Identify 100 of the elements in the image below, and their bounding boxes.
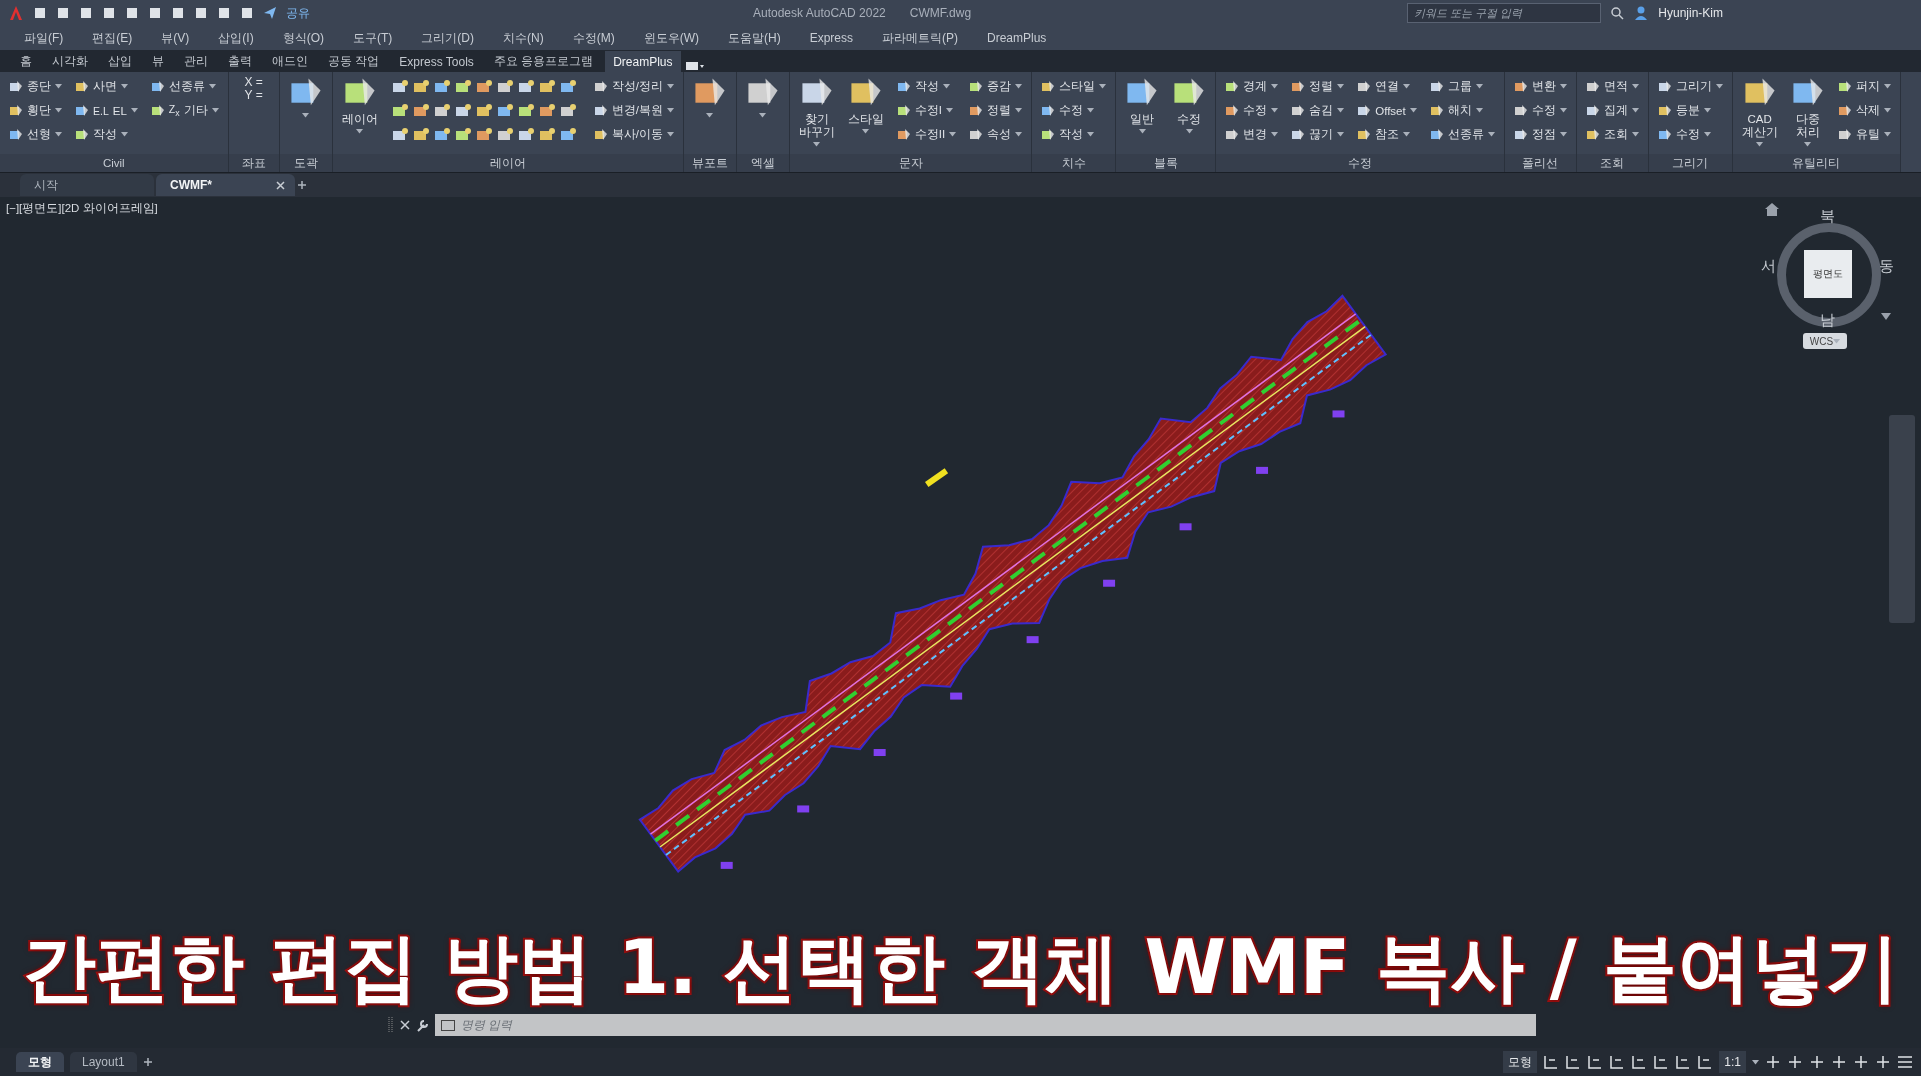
caret-icon[interactable] bbox=[1559, 84, 1567, 89]
ribbon-tool[interactable]: 경계 bbox=[1225, 76, 1279, 97]
caret-icon[interactable] bbox=[356, 129, 364, 134]
status-toggle-icon[interactable] bbox=[1787, 1054, 1803, 1070]
caret-icon[interactable] bbox=[942, 84, 950, 89]
caret-icon[interactable] bbox=[1631, 108, 1639, 113]
ribbon-tool[interactable]: 변환 bbox=[1513, 76, 1567, 97]
caret-icon[interactable] bbox=[1559, 132, 1567, 137]
ribbon-large-tool[interactable]: 찾기 바꾸기 bbox=[798, 76, 835, 154]
ribbon-large-tool[interactable]: 일반 bbox=[1125, 76, 1160, 154]
ribbon-tool[interactable]: 사면 bbox=[75, 76, 138, 97]
caret-icon[interactable] bbox=[121, 132, 128, 137]
caret-icon[interactable] bbox=[813, 142, 821, 147]
ribbon-tab[interactable]: 시각화 bbox=[44, 51, 96, 72]
ribbon-tool[interactable]: 해치 bbox=[1429, 100, 1495, 121]
user-icon[interactable] bbox=[1634, 6, 1649, 20]
caret-icon[interactable] bbox=[1703, 132, 1711, 137]
caret-icon[interactable] bbox=[1631, 132, 1639, 137]
caret-icon[interactable] bbox=[1559, 108, 1567, 113]
viewport-label[interactable]: [−][평면도][2D 와이어프레임] bbox=[6, 201, 158, 216]
ribbon-tool[interactable]: 변경/복원 bbox=[593, 100, 674, 121]
ribbon-tool[interactable]: 작성 bbox=[896, 76, 957, 97]
ribbon-tab[interactable]: Express Tools bbox=[391, 51, 482, 72]
caret-icon[interactable] bbox=[1631, 84, 1639, 89]
ribbon-tab[interactable]: DreamPlus bbox=[605, 51, 681, 72]
caret-icon[interactable] bbox=[1756, 142, 1764, 147]
menu-item[interactable]: 형식(O) bbox=[282, 29, 324, 47]
caret-icon[interactable] bbox=[121, 84, 128, 89]
caret-icon[interactable] bbox=[1087, 108, 1095, 113]
ribbon-tool[interactable]: 선종류 bbox=[150, 76, 219, 97]
ribbon-tool[interactable]: 삭제 bbox=[1837, 100, 1891, 121]
ribbon-tool[interactable]: 작성 bbox=[1041, 124, 1107, 145]
caret-icon[interactable] bbox=[1703, 108, 1711, 113]
caret-icon[interactable] bbox=[1015, 84, 1023, 89]
compass-label[interactable]: 서 bbox=[1761, 257, 1776, 276]
ribbon-tool[interactable]: 등분 bbox=[1657, 100, 1723, 121]
status-toggle-icon[interactable] bbox=[1565, 1054, 1582, 1070]
ribbon-tool[interactable]: 숨김 bbox=[1291, 100, 1345, 121]
menu-item[interactable]: 삽입(I) bbox=[218, 29, 254, 47]
status-toggle-icon[interactable] bbox=[1653, 1054, 1670, 1070]
model-space-button[interactable]: 모형 bbox=[1503, 1051, 1538, 1073]
toolbar-icon[interactable] bbox=[79, 6, 93, 20]
ribbon-large-tool[interactable]: CAD 계산기 bbox=[1741, 76, 1778, 154]
status-toggle-icon[interactable] bbox=[1765, 1054, 1781, 1070]
ribbon-tool[interactable]: 그룹 bbox=[1429, 76, 1495, 97]
layout-tab[interactable]: 모형 bbox=[16, 1052, 64, 1072]
add-tab-icon[interactable] bbox=[297, 180, 307, 190]
menu-item[interactable]: 파라메트릭(P) bbox=[882, 29, 958, 47]
caret-icon[interactable] bbox=[949, 132, 957, 137]
menu-item[interactable]: Express bbox=[809, 31, 853, 45]
toolbar-icon[interactable] bbox=[240, 6, 254, 20]
caret-icon[interactable] bbox=[1185, 129, 1193, 134]
layout-tab[interactable]: Layout1 bbox=[70, 1052, 137, 1072]
status-toggle-icon[interactable] bbox=[1543, 1054, 1560, 1070]
ribbon-tool[interactable]: 연결 bbox=[1357, 76, 1417, 97]
caret-icon[interactable] bbox=[1271, 132, 1279, 137]
ribbon-tool[interactable]: 속성 bbox=[969, 124, 1023, 145]
ribbon-tool[interactable]: 정렬 bbox=[969, 100, 1023, 121]
ribbon-tool[interactable]: 스타일 bbox=[1041, 76, 1107, 97]
status-toggle-icon[interactable] bbox=[1675, 1054, 1692, 1070]
caret-icon[interactable] bbox=[1475, 108, 1483, 113]
ribbon-tool[interactable]: 유틸 bbox=[1837, 124, 1891, 145]
user-name[interactable]: Hyunjin-Kim bbox=[1658, 6, 1723, 20]
caret-icon[interactable] bbox=[1337, 132, 1345, 137]
ribbon-tool[interactable]: 정렬 bbox=[1291, 76, 1345, 97]
ribbon-tab[interactable]: 삽입 bbox=[100, 51, 140, 72]
status-toggle-icon[interactable] bbox=[1809, 1054, 1825, 1070]
ribbon-large-tool[interactable]: 수정 bbox=[1172, 76, 1207, 154]
menu-item[interactable]: 도구(T) bbox=[353, 29, 393, 47]
grip-icon[interactable] bbox=[388, 1017, 394, 1033]
ribbon-tab[interactable]: 관리 bbox=[176, 51, 216, 72]
viewcube-face[interactable]: 평면도 bbox=[1804, 250, 1852, 298]
toolbar-icon[interactable] bbox=[148, 6, 162, 20]
caret-icon[interactable] bbox=[1715, 84, 1723, 89]
ribbon-tab[interactable]: 출력 bbox=[220, 51, 260, 72]
caret-icon[interactable] bbox=[1883, 84, 1891, 89]
ribbon-tab[interactable]: 애드인 bbox=[264, 51, 316, 72]
ucs-menu[interactable]: WCS bbox=[1803, 333, 1847, 349]
ribbon-tool[interactable]: 복사/이동 bbox=[593, 124, 674, 145]
caret-icon[interactable] bbox=[1099, 84, 1107, 89]
caret-icon[interactable] bbox=[1271, 84, 1279, 89]
close-icon[interactable] bbox=[276, 180, 285, 190]
caret-icon[interactable] bbox=[759, 113, 767, 118]
ribbon-tool[interactable]: 끊기 bbox=[1291, 124, 1345, 145]
ribbon-tool[interactable]: 면적 bbox=[1585, 76, 1639, 97]
menu-item[interactable]: 그리기(D) bbox=[421, 29, 474, 47]
ribbon-tool[interactable]: 그리기 bbox=[1657, 76, 1723, 97]
caret-icon[interactable] bbox=[1475, 84, 1483, 89]
menu-item[interactable]: 편집(E) bbox=[92, 29, 133, 47]
ribbon-tool[interactable]: 집계 bbox=[1585, 100, 1639, 121]
toolbar-icon[interactable] bbox=[217, 6, 231, 20]
search-field[interactable]: 키워드 또는 구절 입력 bbox=[1407, 3, 1602, 23]
caret-icon[interactable] bbox=[302, 113, 310, 118]
ribbon-tool[interactable]: 수정 bbox=[1513, 100, 1567, 121]
ribbon-tool[interactable]: 횡단 bbox=[9, 100, 62, 121]
ribbon-tool[interactable]: 수정II bbox=[896, 124, 957, 145]
caret-icon[interactable] bbox=[862, 129, 870, 134]
caret-icon[interactable] bbox=[1271, 108, 1279, 113]
ribbon-tab[interactable]: 홈 bbox=[12, 51, 40, 72]
ribbon-tool[interactable]: 정점 bbox=[1513, 124, 1567, 145]
